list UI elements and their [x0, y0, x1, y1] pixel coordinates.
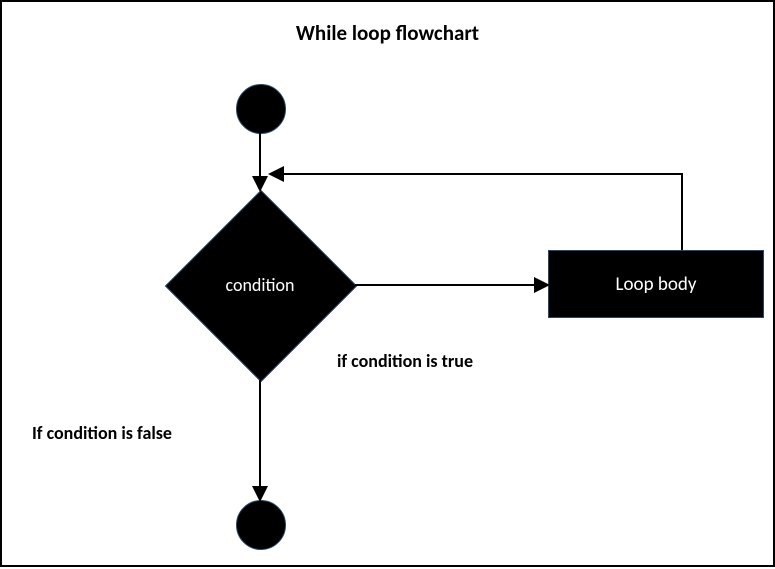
diagram-title: While loop flowchart — [2, 20, 773, 46]
false-branch-label: If condition is false — [32, 422, 172, 444]
condition-node: condition — [165, 190, 355, 380]
diamond-shape — [165, 190, 357, 382]
true-branch-label: if condition is true — [337, 350, 473, 372]
flowchart-canvas: While loop flowchart condition Loop body… — [0, 0, 775, 567]
start-node — [236, 84, 286, 134]
loop-body-node: Loop body — [548, 250, 764, 318]
end-node — [236, 500, 286, 550]
loop-body-label: Loop body — [616, 273, 697, 296]
